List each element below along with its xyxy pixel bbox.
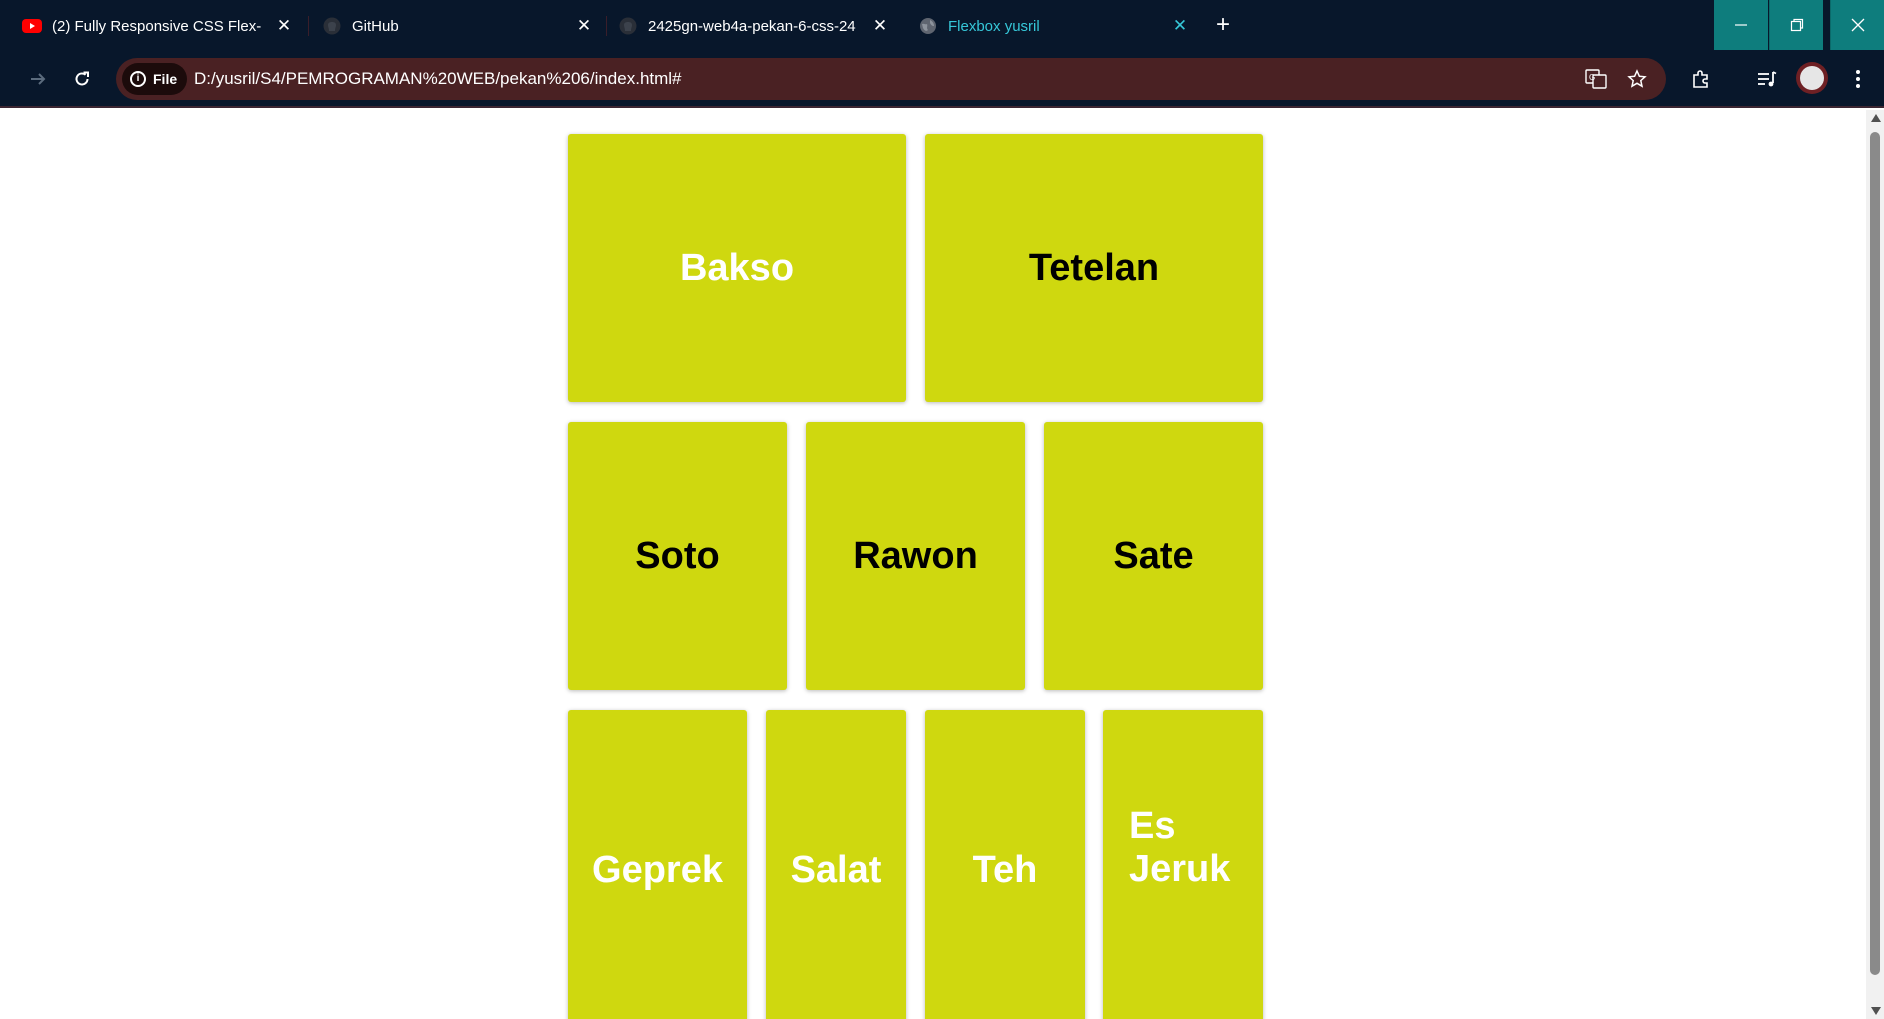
box-label: Sate bbox=[1113, 534, 1194, 577]
tab-title: 2425gn-web4a-pekan-6-css-24 bbox=[648, 17, 856, 35]
box-label: Rawon bbox=[853, 534, 978, 577]
food-box-es-jeruk: Es Jeruk bbox=[1103, 710, 1263, 1019]
tab-youtube[interactable]: (2) Fully Responsive CSS Flex-Bo ✕ bbox=[22, 10, 294, 42]
close-icon[interactable]: ✕ bbox=[870, 16, 890, 36]
info-icon: i bbox=[130, 71, 146, 87]
box-label: Tetelan bbox=[1028, 246, 1160, 289]
close-icon[interactable]: ✕ bbox=[274, 16, 294, 36]
browser-toolbar: i File D:/yusril/S4/PEMROGRAMAN%20WEB/pe… bbox=[0, 50, 1884, 108]
scroll-down-arrow-icon[interactable] bbox=[1871, 1007, 1881, 1015]
box-label: Geprek bbox=[592, 848, 723, 891]
food-box-teh: Teh bbox=[925, 710, 1085, 1019]
avatar-image bbox=[1800, 66, 1824, 90]
tab-github[interactable]: GitHub ✕ bbox=[322, 10, 594, 42]
tab-title: (2) Fully Responsive CSS Flex-Bo bbox=[52, 17, 262, 35]
restore-button[interactable] bbox=[1769, 0, 1823, 50]
menu-dots-icon[interactable] bbox=[1844, 65, 1872, 93]
box-label: Es Jeruk bbox=[1129, 805, 1231, 890]
translate-icon[interactable]: G bbox=[1584, 67, 1608, 91]
food-box-rawon: Rawon bbox=[806, 422, 1025, 690]
food-box-salat: Salat bbox=[766, 710, 906, 1019]
tab-separator bbox=[308, 16, 309, 36]
bookmark-star-icon[interactable] bbox=[1625, 67, 1649, 91]
food-box-tetelan: Tetelan bbox=[925, 134, 1263, 402]
forward-arrow-icon[interactable] bbox=[24, 65, 52, 93]
github-icon bbox=[618, 16, 638, 36]
media-queue-icon[interactable] bbox=[1753, 65, 1781, 93]
youtube-icon bbox=[22, 16, 42, 36]
food-box-sate: Sate bbox=[1044, 422, 1263, 690]
scrollbar-thumb[interactable] bbox=[1870, 132, 1880, 975]
url-text[interactable]: D:/yusril/S4/PEMROGRAMAN%20WEB/pekan%206… bbox=[194, 69, 682, 89]
box-label: Teh bbox=[972, 848, 1038, 891]
file-label: File bbox=[153, 71, 178, 87]
tab-title: GitHub bbox=[352, 17, 399, 35]
tab-flexbox-yusril[interactable]: Flexbox yusril ✕ bbox=[918, 10, 1190, 42]
box-label: Soto bbox=[635, 534, 720, 577]
close-window-button[interactable] bbox=[1830, 0, 1884, 50]
github-icon bbox=[322, 16, 342, 36]
food-box-bakso: Bakso bbox=[568, 134, 906, 402]
food-box-geprek: Geprek bbox=[568, 710, 747, 1019]
profile-avatar[interactable] bbox=[1796, 62, 1828, 94]
vertical-scrollbar[interactable] bbox=[1866, 110, 1884, 1019]
tab-title: Flexbox yusril bbox=[948, 17, 1040, 35]
tab-repo[interactable]: 2425gn-web4a-pekan-6-css-24 ✕ bbox=[618, 10, 890, 42]
box-label: Bakso bbox=[679, 246, 795, 289]
minimize-button[interactable] bbox=[1714, 0, 1768, 50]
close-icon[interactable]: ✕ bbox=[574, 16, 594, 36]
globe-icon bbox=[918, 16, 938, 36]
address-bar[interactable]: i File D:/yusril/S4/PEMROGRAMAN%20WEB/pe… bbox=[116, 58, 1666, 100]
reload-icon[interactable] bbox=[68, 65, 96, 93]
close-icon[interactable]: ✕ bbox=[1170, 16, 1190, 36]
page-viewport: Bakso Tetelan Soto Rawon Sate Geprek Sal… bbox=[0, 110, 1866, 1019]
new-tab-button[interactable]: + bbox=[1209, 11, 1237, 39]
svg-text:G: G bbox=[1589, 73, 1595, 82]
scroll-up-arrow-icon[interactable] bbox=[1871, 114, 1881, 122]
tab-strip: (2) Fully Responsive CSS Flex-Bo ✕ GitHu… bbox=[0, 0, 1884, 50]
site-info-chip[interactable]: i File bbox=[122, 63, 188, 95]
food-box-soto: Soto bbox=[568, 422, 787, 690]
extensions-icon[interactable] bbox=[1687, 65, 1715, 93]
box-label: Salat bbox=[790, 848, 882, 891]
tab-separator bbox=[606, 16, 607, 36]
